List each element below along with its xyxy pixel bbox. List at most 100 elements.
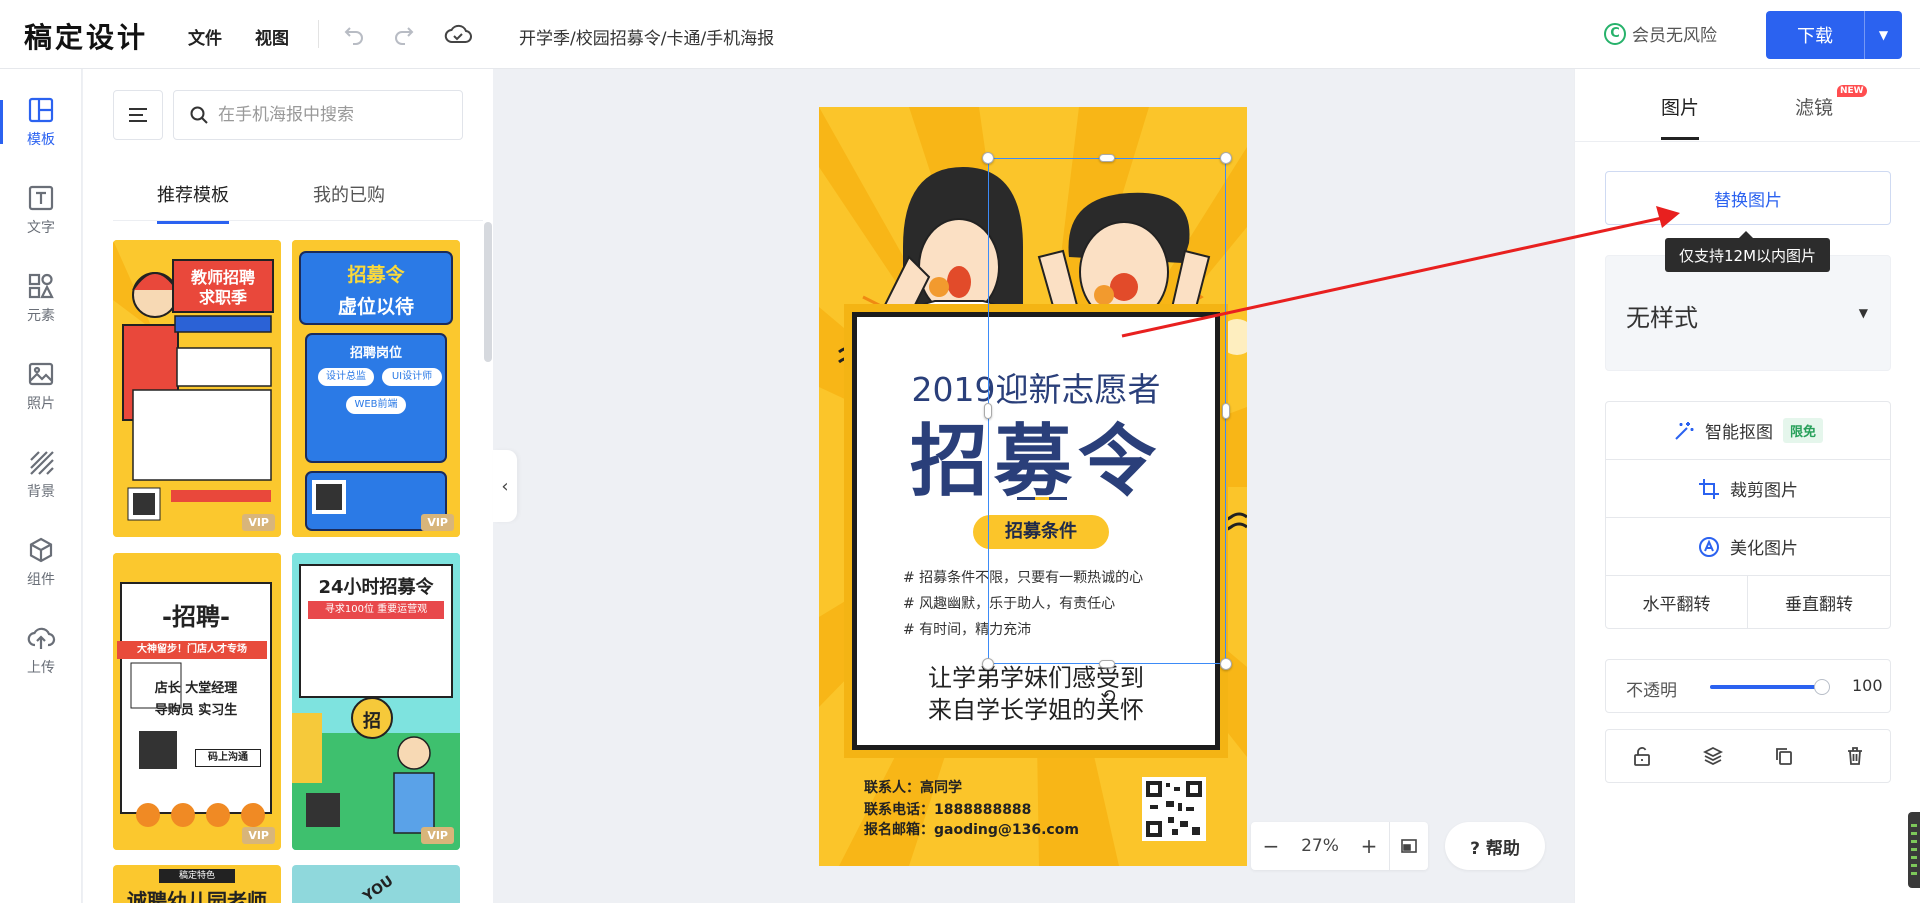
- chevron-down-icon[interactable]: ▼: [1864, 11, 1902, 59]
- template-card[interactable]: 招募令 虚位以待 招聘岗位 设计总监 UI设计师 WEB前端 VIP: [292, 240, 460, 537]
- template-card[interactable]: -招聘- 大神留步！门店人才专场 店长 大堂经理 导购员 实习生 码上沟通 VI…: [113, 553, 281, 850]
- download-label[interactable]: 下载: [1766, 11, 1864, 59]
- rail-item-elements[interactable]: 元素: [0, 262, 82, 334]
- opacity-slider-fill: [1710, 685, 1822, 689]
- poster-contact[interactable]: 联系电话：1888888888: [864, 799, 1031, 819]
- redo-icon[interactable]: [390, 20, 418, 48]
- help-button[interactable]: ? 帮助: [1445, 822, 1545, 870]
- background-icon: [30, 450, 54, 475]
- template-role: 设计总监: [318, 368, 374, 386]
- opacity-value[interactable]: 100: [1852, 676, 1883, 695]
- rail-item-template[interactable]: 模板: [0, 86, 82, 158]
- resize-handle[interactable]: [1220, 152, 1232, 164]
- template-title: 24小时招募令: [318, 577, 434, 598]
- app-logo[interactable]: 稿定设计: [24, 16, 148, 56]
- tab-filter[interactable]: 滤镜 NEW: [1795, 85, 1867, 120]
- beautify-icon: [1699, 536, 1719, 557]
- layers-icon[interactable]: [1677, 730, 1748, 782]
- template-card[interactable]: 教师招聘 求职季 VIP: [113, 240, 281, 537]
- tab-image[interactable]: 图片: [1661, 93, 1700, 140]
- resize-handle[interactable]: [1099, 660, 1115, 668]
- copy-icon[interactable]: [1748, 730, 1819, 782]
- crop-image-button[interactable]: 裁剪图片: [1606, 460, 1890, 518]
- breadcrumb: 开学季/校园招募令/卡通/手机海报: [519, 29, 775, 49]
- poster-contact[interactable]: 联系人：高同学: [864, 777, 962, 797]
- search-input[interactable]: [218, 105, 438, 125]
- rotate-handle-icon[interactable]: ⟲: [1097, 685, 1119, 707]
- fit-screen-icon[interactable]: [1390, 839, 1428, 853]
- poster-qr-code[interactable]: [1142, 777, 1206, 841]
- search-icon: [190, 106, 208, 124]
- flip-vertical-button[interactable]: 垂直翻转: [1748, 576, 1890, 628]
- edge-widget[interactable]: [1908, 812, 1920, 888]
- smart-cutout-button[interactable]: 智能抠图 限免: [1606, 402, 1890, 460]
- upload-icon: [27, 627, 56, 649]
- caret-down-icon: ▼: [1858, 306, 1868, 320]
- tool-label: 裁剪图片: [1730, 481, 1798, 501]
- rail-label: 文字: [27, 219, 55, 236]
- resize-handle[interactable]: [982, 658, 994, 670]
- resize-handle[interactable]: [1099, 154, 1115, 162]
- poster-footer-text[interactable]: 让学弟学妹们感受到 来自学长学姐的关怀: [857, 662, 1215, 726]
- download-button[interactable]: 下载 ▼: [1766, 11, 1902, 59]
- template-card[interactable]: 稿定特色 诚聘幼儿园老师: [113, 865, 281, 903]
- rail-item-text[interactable]: 文字: [0, 174, 82, 246]
- tab-recommended[interactable]: 推荐模板: [157, 181, 229, 224]
- panel-scrollbar[interactable]: [484, 222, 492, 362]
- guarantee-icon: C: [1604, 22, 1626, 45]
- rail-label: 背景: [27, 483, 55, 500]
- rail-item-component[interactable]: 组件: [0, 526, 82, 598]
- filter-button[interactable]: [113, 90, 163, 140]
- resize-handle[interactable]: [1222, 403, 1230, 419]
- template-subtitle: 虚位以待: [337, 296, 414, 318]
- left-rail: 模板 文字 元素 照片 背景 组件 上传: [0, 69, 82, 903]
- template-badge: 招: [363, 711, 381, 732]
- vip-guarantee-label: 会员无风险: [1632, 26, 1717, 46]
- selection-box[interactable]: [988, 158, 1226, 664]
- resize-handle[interactable]: [984, 403, 992, 419]
- opacity-slider[interactable]: [1710, 679, 1830, 695]
- rail-label: 模板: [27, 131, 55, 148]
- template-section: 招聘岗位: [349, 346, 402, 361]
- undo-icon[interactable]: [340, 20, 368, 48]
- opacity-slider-knob[interactable]: [1814, 679, 1830, 695]
- menu-file[interactable]: 文件: [188, 24, 222, 49]
- tab-purchased[interactable]: 我的已购: [313, 181, 385, 207]
- delete-icon[interactable]: [1819, 730, 1890, 782]
- template-title: YOU: [360, 873, 397, 903]
- vip-guarantee[interactable]: C 会员无风险: [1604, 21, 1717, 46]
- cloud-save-icon[interactable]: [444, 20, 472, 48]
- zoom-control: − 27% +: [1251, 822, 1428, 870]
- template-title: 教师招聘: [190, 268, 255, 287]
- template-title: 招募令: [347, 264, 405, 286]
- zoom-in-button[interactable]: +: [1349, 834, 1389, 858]
- unlock-icon[interactable]: [1606, 730, 1677, 782]
- beautify-image-button[interactable]: 美化图片: [1606, 518, 1890, 576]
- style-select[interactable]: 无样式 ▼: [1605, 255, 1891, 371]
- resize-handle[interactable]: [1220, 658, 1232, 670]
- zoom-level[interactable]: 27%: [1291, 836, 1349, 856]
- template-card[interactable]: YOU: [292, 865, 460, 903]
- template-panel: 推荐模板 我的已购 教师招聘 求职季 VIP: [83, 69, 493, 903]
- menu-icon: [129, 108, 147, 122]
- component-icon: [29, 537, 53, 562]
- template-card[interactable]: 24小时招募令 寻求100位 重要运营观 招 VIP: [292, 553, 460, 850]
- text-icon: [28, 185, 54, 210]
- zoom-out-button[interactable]: −: [1251, 834, 1291, 858]
- rail-item-background[interactable]: 背景: [0, 438, 82, 510]
- rail-label: 上传: [27, 659, 55, 676]
- collapse-panel-button[interactable]: ‹: [493, 450, 517, 522]
- rail-item-upload[interactable]: 上传: [0, 614, 82, 686]
- elements-icon: [28, 273, 54, 298]
- crop-icon: [1699, 478, 1719, 499]
- vip-badge: VIP: [242, 827, 275, 844]
- flip-horizontal-button[interactable]: 水平翻转: [1606, 576, 1748, 628]
- poster-contact[interactable]: 报名邮箱：gaoding@136.com: [864, 819, 1079, 839]
- resize-handle[interactable]: [982, 152, 994, 164]
- menu-view[interactable]: 视图: [255, 24, 289, 49]
- replace-image-button[interactable]: 替换图片: [1605, 171, 1891, 225]
- rail-item-photo[interactable]: 照片: [0, 350, 82, 422]
- template-title: 诚聘幼儿园老师: [127, 889, 267, 903]
- replace-image-tooltip: 仅支持12M以内图片: [1665, 231, 1830, 272]
- search-box[interactable]: [173, 90, 463, 140]
